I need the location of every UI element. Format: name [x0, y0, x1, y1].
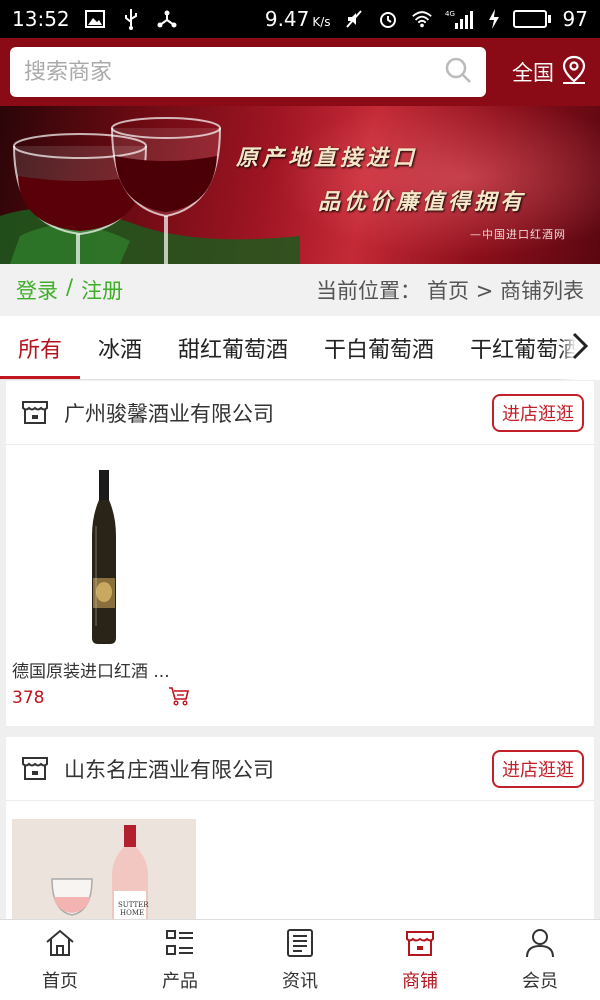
image-icon [84, 8, 106, 30]
visit-shop-button[interactable]: 进店逛逛 [492, 393, 584, 432]
category-tabs: 所有 冰酒 甜红葡萄酒 干白葡萄酒 干红葡萄酒 [0, 316, 600, 380]
cart-icon[interactable] [168, 686, 190, 710]
region-label: 全国 [512, 61, 554, 85]
location-pin-icon [560, 55, 588, 90]
nav-news[interactable]: 资讯 [240, 920, 360, 1000]
search-icon[interactable] [444, 56, 472, 88]
tab-dry-white[interactable]: 干白葡萄酒 [306, 316, 452, 379]
shop-name[interactable]: 山东名庄酒业有限公司 [64, 754, 274, 784]
battery-level: 97 [562, 7, 588, 31]
breadcrumb: 当前位置： 首页 > 商铺列表 [316, 275, 584, 305]
auth-separator: / [66, 275, 74, 299]
home-icon [44, 928, 76, 963]
svg-text:HOME: HOME [120, 909, 144, 917]
network-speed-unit: K/s [312, 15, 331, 29]
search-box[interactable] [10, 47, 486, 97]
shop-card: 广州骏馨酒业有限公司 进店逛逛 德国原装进口红酒 ... 378 [6, 381, 594, 726]
nav-products-label: 产品 [162, 970, 198, 992]
promo-banner[interactable]: 原产地直接进口 品优价廉值得拥有 —中国进口红酒网 [0, 106, 600, 264]
tab-ice-wine[interactable]: 冰酒 [80, 316, 160, 379]
nav-home-label: 首页 [42, 970, 78, 992]
store-icon [404, 928, 436, 963]
tab-sweet-red[interactable]: 甜红葡萄酒 [160, 316, 306, 379]
wine-glasses-image [0, 117, 300, 264]
location-label: 当前位置： [316, 279, 422, 303]
nav-home[interactable]: 首页 [0, 920, 120, 1000]
mute-icon [343, 8, 365, 30]
shop-header: 广州骏馨酒业有限公司 进店逛逛 [6, 381, 594, 445]
usb-icon [120, 8, 142, 30]
tabs-scroll-right-button[interactable] [560, 316, 600, 380]
charging-icon [487, 8, 501, 30]
bottom-nav: 首页 产品 资讯 商铺 会员 [0, 919, 600, 1000]
network-speed: 9.47 [264, 7, 310, 31]
svg-text:4G: 4G [445, 10, 455, 18]
grid-list-icon [164, 928, 196, 963]
alarm-icon [377, 8, 399, 30]
nav-shops-label: 商铺 [402, 970, 438, 992]
location-path[interactable]: 首页 > 商铺列表 [427, 275, 584, 305]
shop-list: 广州骏馨酒业有限公司 进店逛逛 德国原装进口红酒 ... 378 山东名庄酒业有… [0, 381, 600, 919]
search-input[interactable] [24, 59, 444, 85]
breadcrumb-bar: 登录 / 注册 当前位置： 首页 > 商铺列表 [0, 264, 600, 316]
status-bar: 13:52 9.47 K/s 4G 97 [0, 0, 600, 38]
nav-shops[interactable]: 商铺 [360, 920, 480, 1000]
product-card[interactable]: SUTTER HOME [12, 819, 196, 919]
shop-card: 山东名庄酒业有限公司 进店逛逛 SUTTER HOME [6, 737, 594, 919]
store-icon [20, 752, 50, 786]
product-price: 378 [12, 688, 45, 708]
signal-icon: 4G [445, 8, 475, 30]
user-icon [524, 928, 556, 963]
shop-header: 山东名庄酒业有限公司 进店逛逛 [6, 737, 594, 801]
auth-links: 登录 / 注册 [16, 275, 123, 305]
banner-slogan-1: 原产地直接进口 [236, 145, 419, 171]
banner-slogan-2: 品优价廉值得拥有 [318, 189, 527, 215]
header-bar: 全国 [0, 38, 600, 106]
news-icon [284, 928, 316, 963]
wifi-icon [411, 8, 433, 30]
battery-icon [512, 10, 551, 28]
banner-site-name: —中国进口红酒网 [470, 228, 566, 241]
register-link[interactable]: 注册 [81, 275, 123, 305]
product-card[interactable]: 德国原装进口红酒 ... 378 [12, 461, 196, 710]
product-image[interactable]: SUTTER HOME [12, 819, 196, 919]
nav-member-label: 会员 [522, 970, 558, 992]
shop-name[interactable]: 广州骏馨酒业有限公司 [64, 398, 274, 428]
product-image[interactable] [12, 461, 196, 651]
nav-member[interactable]: 会员 [480, 920, 600, 1000]
nav-products[interactable]: 产品 [120, 920, 240, 1000]
visit-shop-button[interactable]: 进店逛逛 [492, 749, 584, 788]
chevron-right-icon [570, 331, 590, 365]
share-icon [156, 8, 178, 30]
login-link[interactable]: 登录 [16, 275, 58, 305]
nav-news-label: 资讯 [282, 970, 318, 992]
product-name[interactable]: 德国原装进口红酒 ... [12, 657, 196, 682]
svg-text:SUTTER: SUTTER [118, 901, 149, 909]
status-time: 13:52 [12, 7, 70, 31]
tab-all[interactable]: 所有 [0, 316, 81, 379]
region-selector[interactable]: 全国 [512, 55, 588, 90]
store-icon [20, 396, 50, 430]
